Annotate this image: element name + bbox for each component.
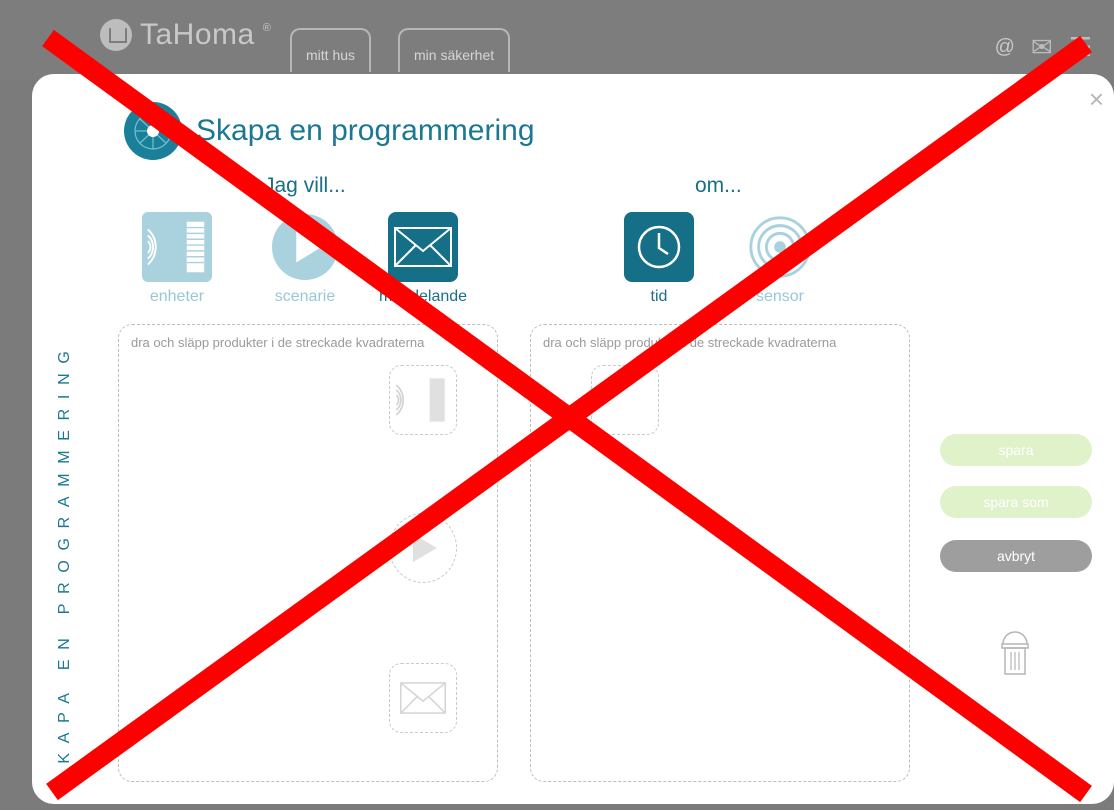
actions-heading: Jag vill... — [264, 174, 346, 197]
envelope-icon — [388, 212, 459, 282]
vertical-title: SKAPA EN PROGRAMMERING — [56, 341, 73, 784]
devices-icon — [142, 212, 212, 282]
tab-mitt-hus[interactable]: mitt hus — [290, 28, 372, 72]
app-name: TaHoma — [140, 18, 255, 51]
program-icon — [124, 102, 182, 160]
clock-icon — [624, 212, 694, 282]
actions-dropzone-hint: dra och släpp produkter i de streckade k… — [131, 335, 425, 350]
sensor-icon — [745, 212, 815, 282]
screen: TaHoma ® mitt hus min säkerhet @ ✉ ☰ × S… — [0, 0, 1114, 810]
modal-title: Skapa en programmering — [196, 114, 535, 147]
source-scenario-label: scenarie — [274, 288, 336, 305]
source-devices[interactable]: enheter — [142, 212, 212, 306]
app-logo[interactable]: TaHoma ® — [100, 18, 271, 52]
condition-slot[interactable] — [591, 365, 659, 435]
devices-icon — [395, 378, 445, 422]
create-program-modal: × Skapa en programmering Jag vill... om.… — [32, 74, 1114, 804]
trash-icon[interactable] — [1000, 626, 1030, 676]
top-bar: TaHoma ® mitt hus min säkerhet @ ✉ ☰ — [0, 0, 1114, 80]
source-time-label: tid — [650, 288, 668, 305]
source-message-label: meddelande — [379, 288, 468, 305]
source-devices-label: enheter — [149, 288, 205, 305]
conditions-dropzone[interactable]: dra och släpp produkter i de streckade k… — [530, 324, 910, 782]
source-message[interactable]: meddelande — [379, 212, 467, 306]
scenario-slot[interactable] — [389, 513, 457, 583]
play-icon — [413, 534, 437, 562]
menu-icon[interactable]: ☰ — [1069, 34, 1092, 60]
cancel-button[interactable]: avbryt — [940, 540, 1092, 572]
actions-dropzone[interactable]: dra och släpp produkter i de streckade k… — [118, 324, 498, 782]
source-sensor-label: sensor — [755, 288, 805, 305]
registered-mark: ® — [262, 22, 271, 34]
conditions-heading: om... — [695, 174, 742, 197]
tab-min-sakerhet[interactable]: min säkerhet — [398, 28, 511, 72]
device-slot[interactable] — [389, 365, 457, 435]
envelope-icon — [400, 682, 446, 714]
source-time[interactable]: tid — [624, 212, 694, 306]
house-icon — [100, 19, 132, 51]
conditions-dropzone-hint: dra och släpp produkter i de streckade k… — [543, 335, 837, 350]
source-scenario[interactable]: scenarie — [270, 212, 340, 306]
save-button[interactable]: spara — [940, 434, 1092, 466]
message-slot[interactable] — [389, 663, 457, 733]
email-status-icon[interactable]: @ — [995, 34, 1015, 60]
mail-icon[interactable]: ✉ — [1031, 34, 1053, 60]
save-as-button[interactable]: spara som — [940, 486, 1092, 518]
source-sensor[interactable]: sensor — [745, 212, 815, 306]
close-icon[interactable]: × — [1089, 86, 1104, 112]
play-icon — [270, 212, 340, 282]
